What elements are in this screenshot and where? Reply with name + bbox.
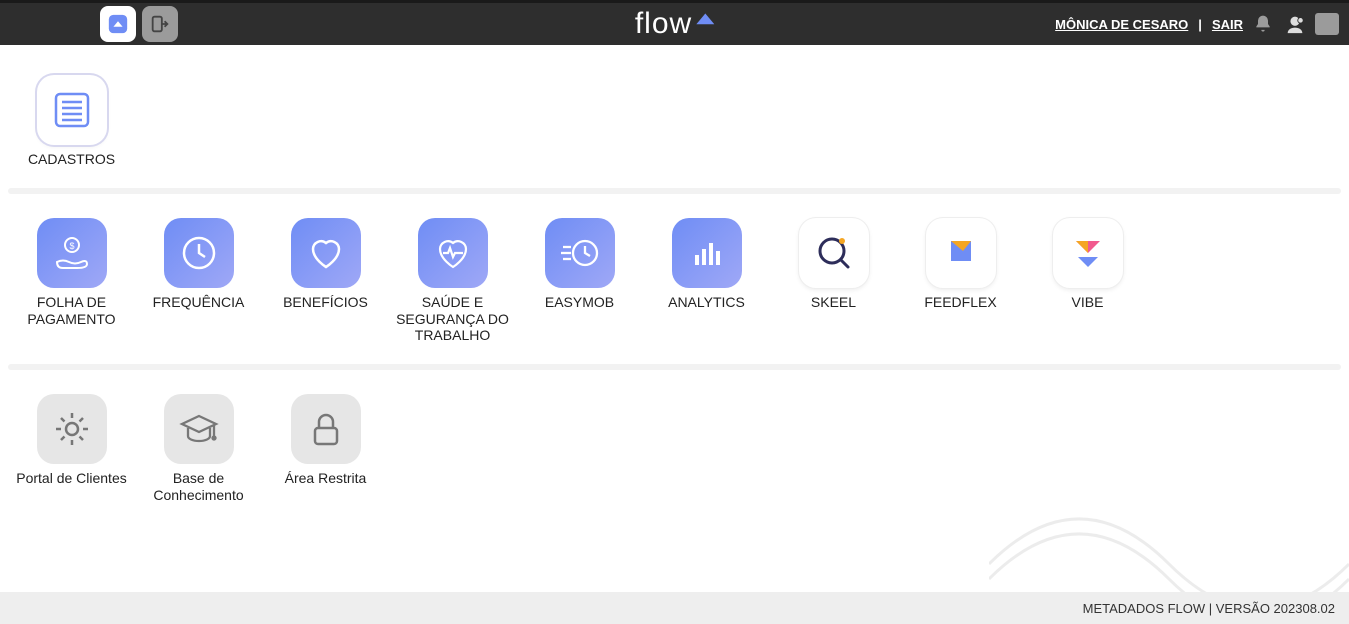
app-frequencia[interactable]: FREQUÊNCIA [135, 208, 262, 350]
top-bar: flow MÔNICA DE CESARO | SAIR [0, 0, 1349, 45]
section-row-2: Portal de Clientes Base de Conhecimento [8, 384, 1341, 510]
notifications-button[interactable] [1251, 12, 1275, 36]
svg-text:$: $ [69, 241, 74, 251]
gear-icon [37, 394, 107, 464]
footer-version-text: METADADOS FLOW | VERSÃO 202308.02 [1083, 601, 1335, 616]
app-base-conhecimento[interactable]: Base de Conhecimento [135, 384, 262, 510]
app-label: Portal de Clientes [16, 470, 127, 487]
app-folha-pagamento[interactable]: $ FOLHA DE PAGAMENTO [8, 208, 135, 350]
inbox-icon [1315, 13, 1339, 35]
logo-text: flow [635, 7, 692, 41]
topbar-left [100, 6, 178, 42]
clock-icon [164, 218, 234, 288]
home-button[interactable] [100, 6, 136, 42]
logout-link[interactable]: SAIR [1212, 17, 1243, 32]
fold-square-icon [926, 218, 996, 288]
app-label: SKEEL [811, 294, 856, 311]
app-saude-seguranca[interactable]: SAÚDE E SEGURANÇA DO TRABALHO [389, 208, 516, 350]
app-label: ANALYTICS [668, 294, 745, 311]
heart-icon [291, 218, 361, 288]
support-button[interactable] [1283, 12, 1307, 36]
app-analytics[interactable]: ANALYTICS [643, 208, 770, 350]
app-label: Base de Conhecimento [139, 470, 258, 504]
main-content: CADASTROS $ FOLHA DE PAGAMENTO FRE [0, 45, 1349, 510]
app-feedflex[interactable]: FEEDFLEX [897, 208, 1024, 350]
bell-icon [1253, 14, 1273, 34]
app-area-restrita[interactable]: Área Restrita [262, 384, 389, 510]
app-label: Área Restrita [285, 470, 367, 487]
grad-cap-icon [164, 394, 234, 464]
separator: | [1198, 17, 1202, 32]
app-label: SAÚDE E SEGURANÇA DO TRABALHO [393, 294, 512, 344]
section-row-0: CADASTROS [8, 65, 1341, 174]
app-label: EASYMOB [545, 294, 614, 311]
app-label: VIBE [1072, 294, 1104, 311]
app-label: FREQUÊNCIA [153, 294, 245, 311]
speed-clock-icon [545, 218, 615, 288]
lock-icon [291, 394, 361, 464]
app-portal-clientes[interactable]: Portal de Clientes [8, 384, 135, 510]
app-logo: flow [635, 7, 714, 41]
app-easymob[interactable]: EASYMOB [516, 208, 643, 350]
exit-icon [149, 13, 171, 35]
app-beneficios[interactable]: BENEFÍCIOS [262, 208, 389, 350]
app-label: FOLHA DE PAGAMENTO [12, 294, 131, 328]
heart-pulse-icon [418, 218, 488, 288]
list-lines-icon [37, 75, 107, 145]
vibe-icon [1053, 218, 1123, 288]
app-label: CADASTROS [28, 151, 115, 168]
app-label: FEEDFLEX [924, 294, 996, 311]
app-skeel[interactable]: SKEEL [770, 208, 897, 350]
divider [8, 188, 1341, 194]
topbar-right: MÔNICA DE CESARO | SAIR [1055, 12, 1339, 36]
app-vibe[interactable]: VIBE [1024, 208, 1151, 350]
app-cadastros[interactable]: CADASTROS [8, 65, 135, 174]
divider [8, 364, 1341, 370]
magnify-orange-icon [799, 218, 869, 288]
exit-button[interactable] [142, 6, 178, 42]
section-row-1: $ FOLHA DE PAGAMENTO FREQUÊNCIA BENE [8, 208, 1341, 350]
logo-triangle-icon [696, 11, 714, 25]
app-label: BENEFÍCIOS [283, 294, 368, 311]
bars-icon [672, 218, 742, 288]
footer-bar: METADADOS FLOW | VERSÃO 202308.02 [0, 592, 1349, 624]
hand-coin-icon: $ [37, 218, 107, 288]
home-triangle-icon [107, 13, 129, 35]
user-name-link[interactable]: MÔNICA DE CESARO [1055, 17, 1188, 32]
inbox-button[interactable] [1315, 12, 1339, 36]
headset-icon [1284, 13, 1306, 35]
